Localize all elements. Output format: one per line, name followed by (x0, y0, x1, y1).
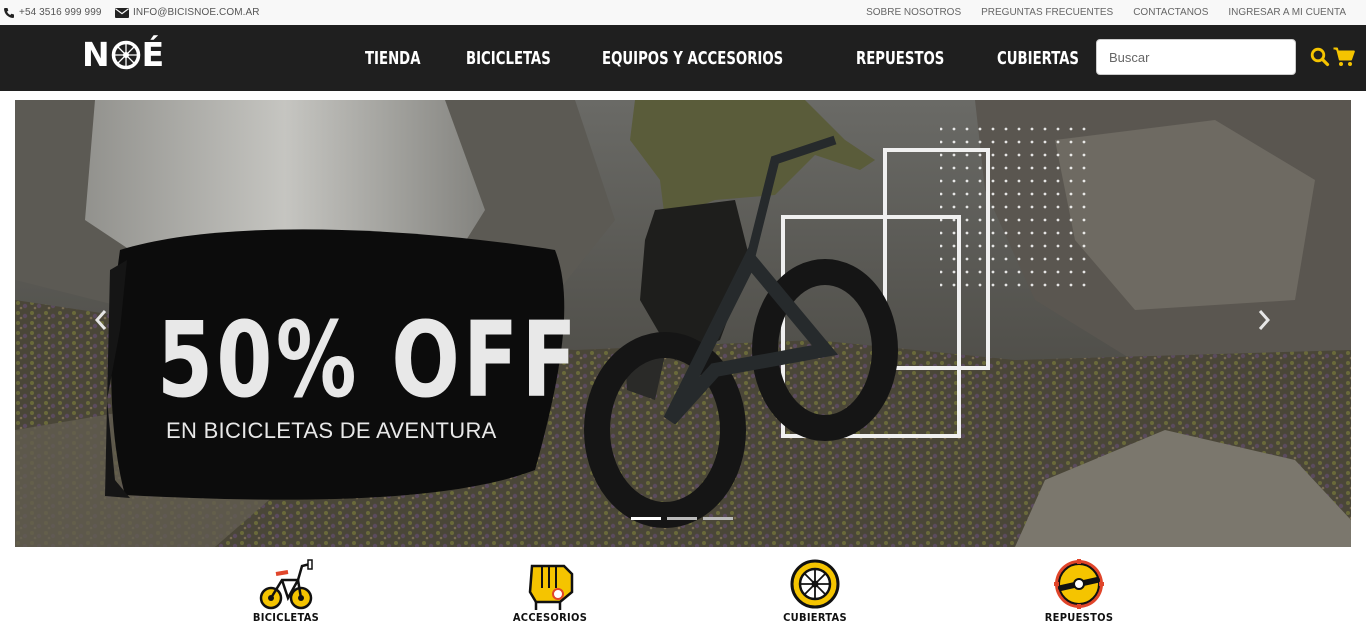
category-label: REPUESTOS (1044, 611, 1114, 624)
main-navbar: N É TIENDA BICICLETAS EQUIPOS Y ACCESORI… (0, 25, 1366, 91)
search-icon[interactable] (1310, 47, 1330, 67)
promo-subline: EN BICICLETAS DE AVENTURA (166, 418, 497, 443)
link-sobre-nosotros[interactable]: SOBRE NOSOTROS (866, 7, 961, 18)
logo-letter-n: N (82, 35, 110, 74)
wheel-logo-icon (111, 40, 140, 70)
menu-item-equipos-accesorios[interactable]: EQUIPOS Y ACCESORIOS (602, 48, 783, 69)
carousel-indicator-2[interactable] (667, 517, 697, 520)
email-address: INFO@BICISNOE.COM.AR (133, 7, 260, 18)
next-slide-icon[interactable] (1256, 308, 1272, 332)
category-label: CUBIERTAS (783, 611, 847, 624)
category-bicicletas[interactable]: BICICLETAS (236, 558, 336, 624)
chainring-icon (1054, 559, 1104, 609)
search-input[interactable] (1096, 39, 1296, 75)
phone-number: +54 3516 999 999 (19, 7, 102, 18)
cart-icon[interactable] (1333, 47, 1355, 67)
phone-icon (4, 7, 14, 18)
carousel-indicator-1[interactable] (631, 517, 661, 520)
top-links: SOBRE NOSOTROS PREGUNTAS FRECUENTES CONT… (846, 0, 1346, 25)
category-label: BICICLETAS (252, 611, 320, 624)
tire-icon (790, 559, 840, 609)
bicycle-icon (259, 559, 313, 610)
carousel-indicators (631, 517, 739, 520)
menu-item-repuestos[interactable]: REPUESTOS (856, 48, 944, 69)
glove-icon (528, 564, 574, 610)
menu-item-bicicletas[interactable]: BICICLETAS (466, 48, 551, 69)
promo-headline: 50% OFF (157, 299, 581, 421)
site-logo[interactable]: N É (82, 37, 164, 73)
menu-item-tienda[interactable]: TIENDA (365, 48, 420, 69)
link-preguntas-frecuentes[interactable]: PREGUNTAS FRECUENTES (981, 7, 1113, 18)
category-accesorios[interactable]: ACCESORIOS (500, 558, 600, 624)
category-repuestos[interactable]: REPUESTOS (1029, 558, 1129, 624)
email-contact[interactable]: INFO@BICISNOE.COM.AR (115, 0, 260, 25)
logo-letter-e: É (141, 35, 165, 74)
top-bar: +54 3516 999 999 INFO@BICISNOE.COM.AR SO… (0, 0, 1366, 25)
main-menu: TIENDA BICICLETAS EQUIPOS Y ACCESORIOS R… (365, 25, 1130, 91)
hero-carousel[interactable]: 50% OFF EN BICICLETAS DE AVENTURA (15, 100, 1351, 547)
category-label: ACCESORIOS (512, 611, 588, 624)
link-contactanos[interactable]: CONTACTANOS (1133, 7, 1208, 18)
phone-contact[interactable]: +54 3516 999 999 (3, 0, 102, 25)
prev-slide-icon[interactable] (93, 308, 109, 332)
menu-item-cubiertas[interactable]: CUBIERTAS (997, 48, 1079, 69)
category-cubiertas[interactable]: CUBIERTAS (765, 558, 865, 624)
mail-icon (115, 7, 129, 18)
carousel-indicator-3[interactable] (703, 517, 733, 520)
link-ingresar-cuenta[interactable]: INGRESAR A MI CUENTA (1228, 7, 1346, 18)
